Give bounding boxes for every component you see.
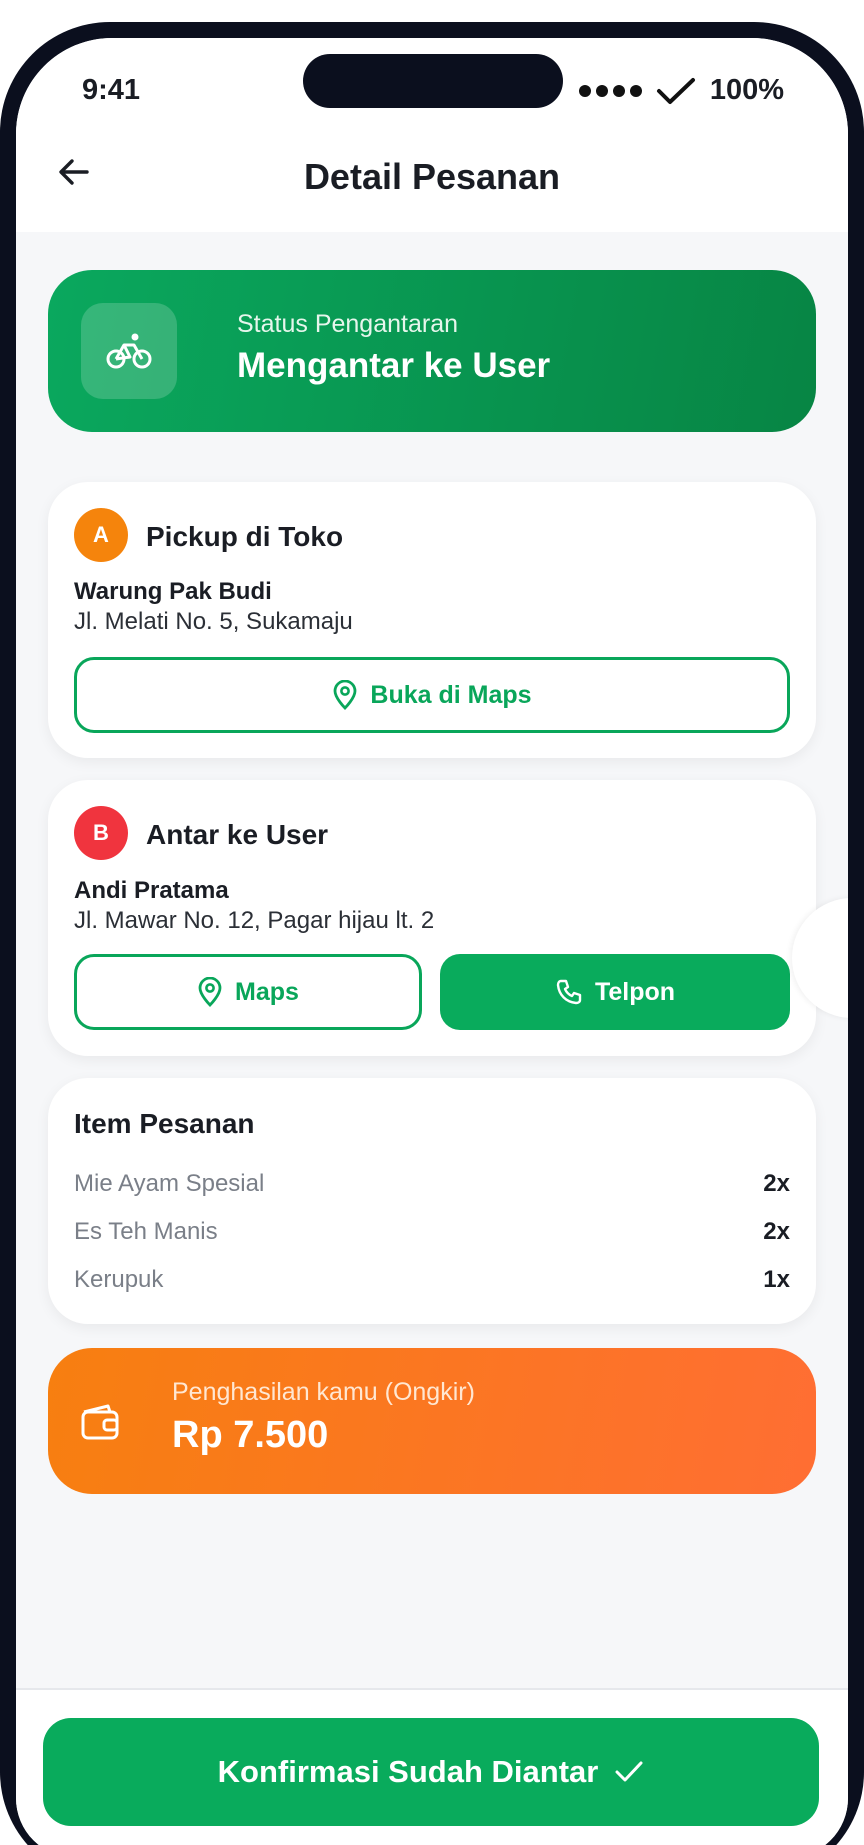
open-maps-label: Buka di Maps xyxy=(370,680,532,709)
status-label: Status Pengantaran xyxy=(237,310,458,338)
page-title: Detail Pesanan xyxy=(303,156,561,197)
screen: 9:41 100% Detail Pesanan Status Penganta… xyxy=(16,38,848,1845)
item-name: Mie Ayam Spesial xyxy=(74,1170,265,1197)
customer-maps-button[interactable]: Maps xyxy=(74,954,422,1030)
phone-icon xyxy=(556,979,582,1005)
item-name: Kerupuk xyxy=(74,1266,164,1293)
dropoff-title: Antar ke User xyxy=(146,819,329,850)
status-value: Mengantar ke User xyxy=(237,346,551,385)
customer-name: Andi Pratama xyxy=(74,877,229,904)
map-pin-icon xyxy=(198,977,222,1007)
dynamic-island xyxy=(303,54,563,108)
item-qty: 2x xyxy=(763,1218,790,1245)
earnings-card: Penghasilan kamu (Ongkir) Rp 7.500 xyxy=(48,1348,816,1494)
dropoff-card: B Antar ke User Andi Pratama Jl. Mawar N… xyxy=(48,780,816,1056)
confirm-delivered-button[interactable]: Konfirmasi Sudah Diantar xyxy=(43,1718,819,1826)
dropoff-badge: B xyxy=(74,806,128,860)
store-address: Jl. Melati No. 5, Sukamaju xyxy=(74,608,353,635)
open-maps-button[interactable]: Buka di Maps xyxy=(74,657,790,733)
list-item: Mie Ayam Spesial 2x xyxy=(74,1170,790,1198)
item-qty: 2x xyxy=(763,1170,790,1197)
signal-icon xyxy=(578,84,642,97)
customer-maps-label: Maps xyxy=(235,977,299,1006)
item-name: Es Teh Manis xyxy=(74,1218,218,1245)
call-label: Telpon xyxy=(594,977,676,1006)
check-icon xyxy=(615,1761,643,1782)
bicycle-icon xyxy=(81,303,177,399)
map-pin-icon xyxy=(334,680,357,710)
order-items-card: Item Pesanan Mie Ayam Spesial 2x Es Teh … xyxy=(48,1078,816,1324)
status-time: 9:41 xyxy=(82,74,141,106)
wallet-icon xyxy=(81,1404,119,1440)
phone-frame: 9:41 100% Detail Pesanan Status Penganta… xyxy=(0,22,864,1845)
list-item: Kerupuk 1x xyxy=(74,1266,790,1294)
list-item: Es Teh Manis 2x xyxy=(74,1218,790,1246)
delivery-status-card: Status Pengantaran Mengantar ke User xyxy=(48,270,816,432)
pickup-card: A Pickup di Toko Warung Pak Budi Jl. Mel… xyxy=(48,482,816,758)
item-qty: 1x xyxy=(763,1266,790,1293)
battery-level: 100% xyxy=(709,74,784,106)
order-items-title: Item Pesanan xyxy=(74,1108,255,1139)
earnings-value: Rp 7.500 xyxy=(172,1414,329,1456)
pickup-badge: A xyxy=(74,508,128,562)
status-indicators: 100% xyxy=(578,74,784,107)
confirm-label: Konfirmasi Sudah Diantar xyxy=(217,1754,599,1789)
wifi-check-icon xyxy=(656,77,695,104)
call-button[interactable]: Telpon xyxy=(440,954,790,1030)
store-name: Warung Pak Budi xyxy=(74,578,272,605)
pickup-title: Pickup di Toko xyxy=(146,521,344,552)
top-bar: 9:41 100% Detail Pesanan xyxy=(16,38,848,232)
earnings-label: Penghasilan kamu (Ongkir) xyxy=(172,1378,475,1406)
customer-address: Jl. Mawar No. 12, Pagar hijau lt. 2 xyxy=(74,907,435,934)
